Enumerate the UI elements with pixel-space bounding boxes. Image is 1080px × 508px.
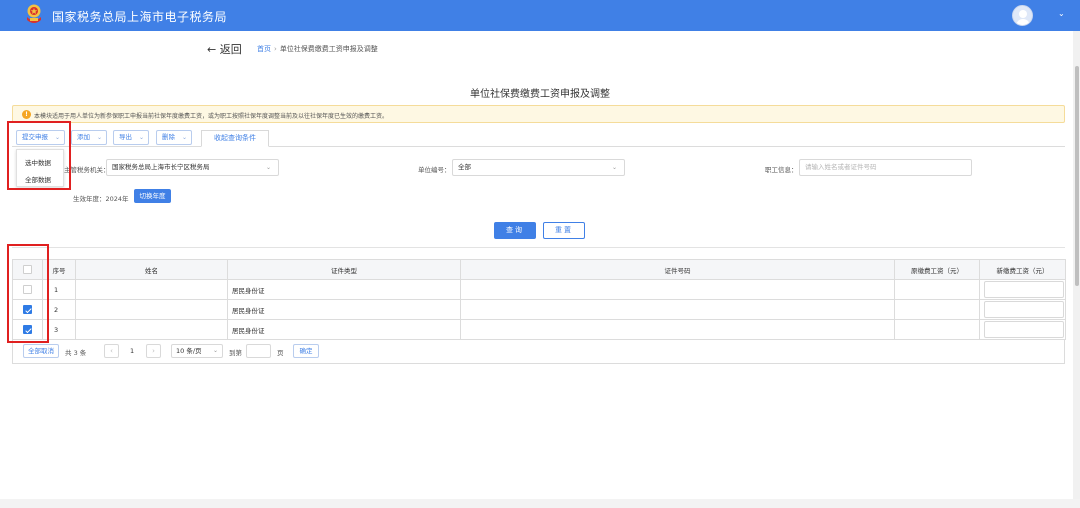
header-new-salary: 新缴费工资（元） (979, 259, 1066, 280)
table-row: 2 居民身份证 (12, 299, 1066, 320)
row-orig-salary (894, 319, 980, 340)
table-header-row: 序号 姓名 证件类型 证件号码 原缴费工资（元） 新缴费工资（元） (12, 259, 1066, 280)
goto-label: 到第 (229, 349, 242, 357)
breadcrumb-separator: › (274, 45, 277, 53)
site-brand-title: 国家税务总局上海市电子税务局 (52, 10, 228, 24)
new-salary-input[interactable] (984, 281, 1064, 298)
header-id-number: 证件号码 (460, 259, 895, 280)
chevron-down-icon: ⌄ (212, 347, 218, 354)
header-id-type: 证件类型 (227, 259, 461, 280)
breadcrumb: 首页 › 单位社保费缴费工资申报及调整 (257, 44, 378, 54)
add-button[interactable]: 添加 ⌄ (71, 130, 107, 145)
top-header-bar: 国家税务总局上海市电子税务局 ⌄ (0, 0, 1080, 31)
chevron-down-icon: ⌄ (265, 164, 271, 171)
chevron-down-icon: ⌄ (138, 134, 144, 141)
prev-page-button[interactable]: ‹ (104, 344, 119, 358)
chevron-down-icon: ⌄ (96, 134, 102, 141)
effective-year-label: 生效年度：2024年 (73, 195, 129, 203)
unit-no-label: 单位编号： (418, 166, 451, 174)
page-unit-label: 页 (277, 349, 284, 357)
row-name (75, 319, 228, 340)
export-button[interactable]: 导出 ⌄ (113, 130, 149, 145)
employee-info-placeholder: 请输入姓名或者证件号码 (805, 163, 877, 171)
form-divider (12, 247, 1065, 248)
page-size-value: 10 条/页 (176, 347, 202, 355)
header-name: 姓名 (75, 259, 228, 280)
deselect-all-button[interactable]: 全部取消 (23, 344, 59, 358)
page-size-select[interactable]: 10 条/页 ⌄ (171, 344, 223, 358)
row-id-type: 居民身份证 (227, 299, 461, 320)
breadcrumb-current: 单位社保费缴费工资申报及调整 (279, 45, 378, 53)
breadcrumb-home-link[interactable]: 首页 (257, 45, 271, 53)
unit-no-value: 全部 (458, 163, 471, 171)
header-orig-salary: 原缴费工资（元） (894, 259, 980, 280)
new-salary-input[interactable] (984, 321, 1064, 338)
row-name (75, 299, 228, 320)
page-title: 单位社保费缴费工资申报及调整 (470, 89, 610, 100)
row-id-number (460, 279, 895, 300)
row-name (75, 279, 228, 300)
employee-info-input[interactable]: 请输入姓名或者证件号码 (799, 159, 972, 176)
highlight-box-checkboxes (7, 244, 49, 343)
add-label: 添加 (77, 133, 90, 141)
delete-button[interactable]: 删除 ⌄ (156, 130, 192, 145)
unit-no-select[interactable]: 全部 ⌄ (452, 159, 625, 176)
goto-page-input[interactable] (246, 344, 271, 358)
highlight-box-dropdown (7, 121, 71, 190)
tab-underline-divider (12, 146, 1065, 147)
row-id-number (460, 319, 895, 340)
row-new-salary-cell (979, 299, 1066, 320)
row-id-type: 居民身份证 (227, 319, 461, 340)
query-button[interactable]: 查询 (494, 222, 536, 239)
bottom-strip (0, 499, 1080, 508)
table-row: 3 居民身份证 (12, 319, 1066, 340)
tax-office-select[interactable]: 国家税务总局上海市长宁区税务局 ⌄ (106, 159, 279, 176)
notice-banner: ! 本模块适用于用人单位为新参保职工申报当前社保年度缴费工资，或为职工按照社保年… (12, 105, 1065, 123)
row-id-type: 居民身份证 (227, 279, 461, 300)
goto-confirm-button[interactable]: 确定 (293, 344, 319, 358)
row-orig-salary (894, 299, 980, 320)
delete-label: 删除 (162, 133, 175, 141)
next-page-button[interactable]: › (146, 344, 161, 358)
tab-collapse-query[interactable]: 收起查询条件 (201, 130, 269, 147)
back-link[interactable]: ← 返回 (207, 41, 242, 57)
tax-emblem-logo (27, 4, 41, 23)
table-body: 1 居民身份证 2 居民身份证 3 居民身份证 (12, 279, 1066, 340)
new-salary-input[interactable] (984, 301, 1064, 318)
notice-text: 本模块适用于用人单位为新参保职工申报当前社保年度缴费工资，或为职工按照社保年度调… (34, 113, 389, 120)
salary-table: 序号 姓名 证件类型 证件号码 原缴费工资（元） 新缴费工资（元） 1 居民身份证… (12, 259, 1066, 340)
row-new-salary-cell (979, 279, 1066, 300)
user-menu-chevron-icon[interactable]: ⌄ (1058, 9, 1065, 18)
pagination-bar: 全部取消 共 3 条 ‹ 1 › 10 条/页 ⌄ 到第 页 确定 (12, 339, 1065, 364)
warning-icon: ! (22, 110, 31, 119)
user-avatar-icon[interactable] (1012, 5, 1033, 26)
chevron-down-icon: ⌄ (181, 134, 187, 141)
tax-office-value: 国家税务总局上海市长宁区税务局 (112, 163, 210, 171)
row-new-salary-cell (979, 319, 1066, 340)
reset-button[interactable]: 重置 (543, 222, 585, 239)
row-id-number (460, 299, 895, 320)
switch-year-button[interactable]: 切换年度 (134, 189, 171, 203)
export-label: 导出 (119, 133, 132, 141)
row-orig-salary (894, 279, 980, 300)
total-count: 共 3 条 (65, 349, 87, 357)
employee-info-label: 职工信息： (765, 166, 798, 174)
table-row: 1 居民身份证 (12, 279, 1066, 300)
chevron-down-icon: ⌄ (611, 164, 617, 171)
current-page: 1 (130, 347, 135, 355)
